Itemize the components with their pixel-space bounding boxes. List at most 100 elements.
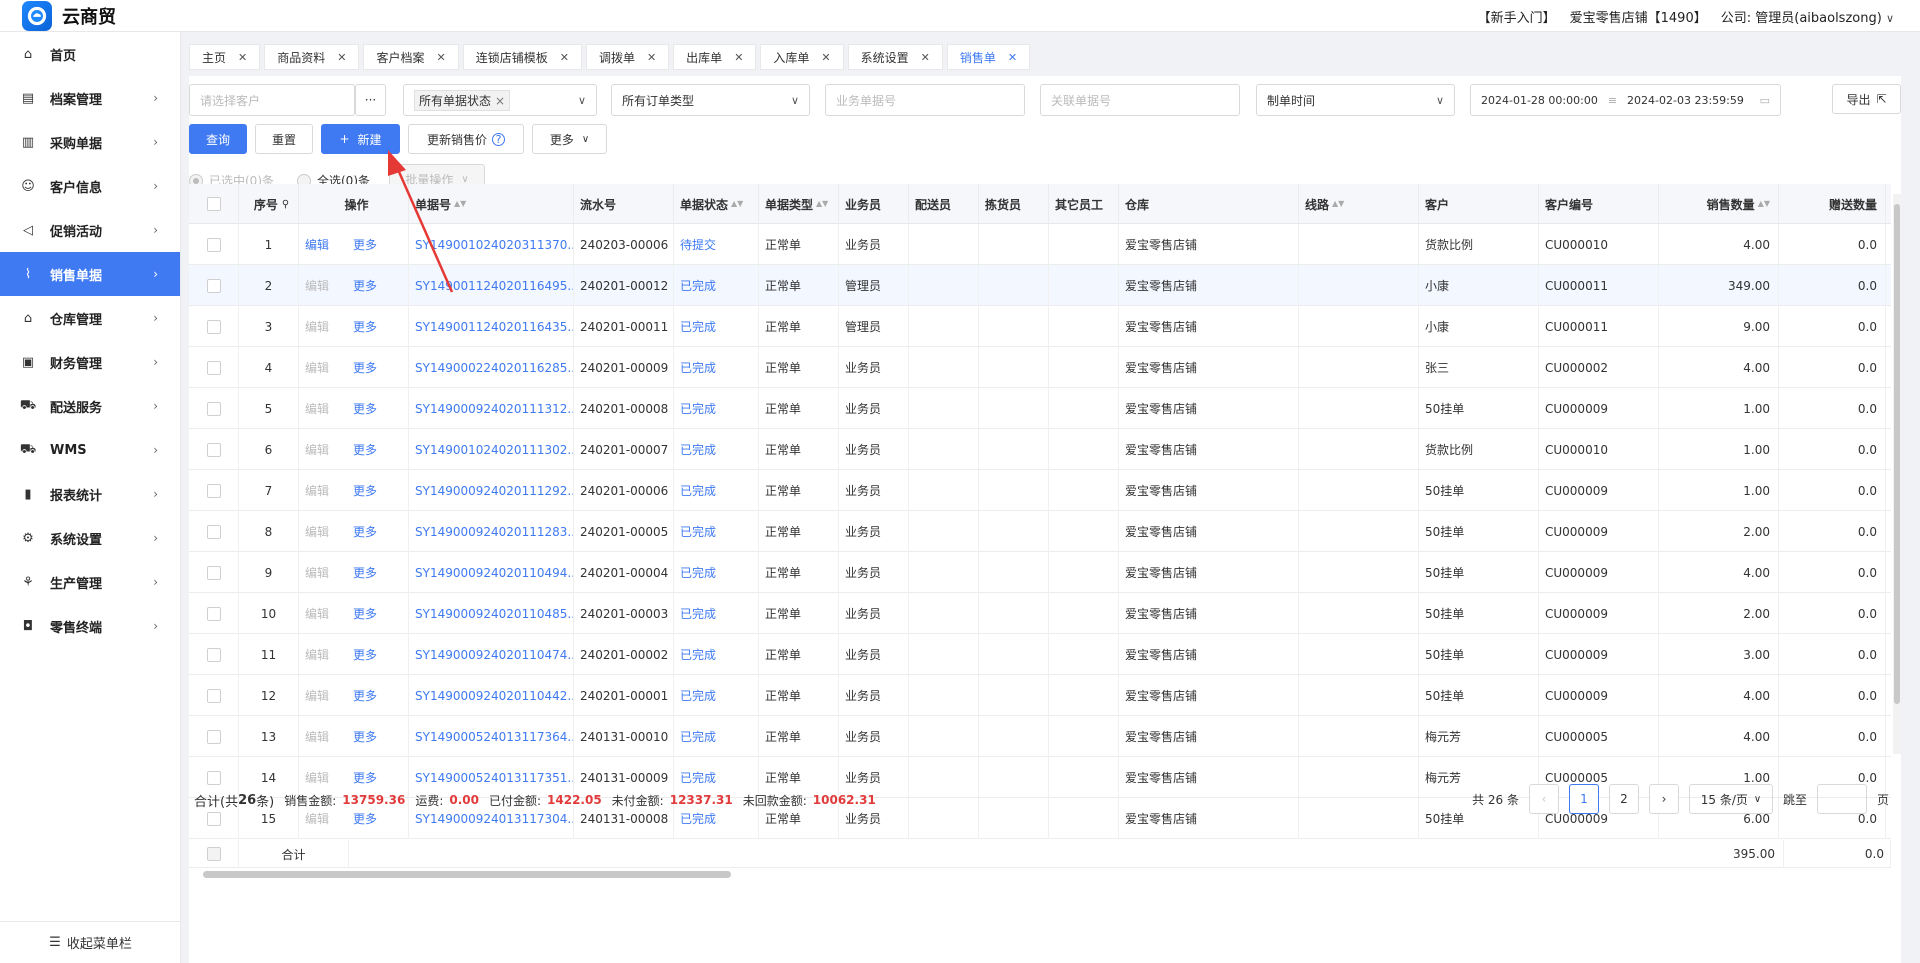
column-header-13[interactable]: 客户编号 [1539,184,1659,224]
doc-no-link[interactable]: SY149000924020111312... [415,402,573,416]
select-all-checkbox[interactable] [206,197,221,211]
edit-link[interactable]: 编辑 [305,523,329,540]
doc-no-link[interactable]: SY149000924020111283... [415,525,573,539]
collapse-menu-button[interactable]: ☰ 收起菜单栏 [0,921,181,963]
customer-select[interactable]: 请选择客户 [189,84,355,116]
close-icon[interactable]: × [495,94,505,108]
doc-no-link[interactable]: SY149000924020111292... [415,484,573,498]
table-row[interactable]: 5 编辑 更多 SY149000924020111312... 240201-00008… [189,388,1891,429]
horizontal-scrollbar[interactable] [189,868,1891,880]
more-button[interactable]: 更多 ∨ [532,124,607,154]
doc-no-link[interactable]: SY149000224020116285... [415,361,573,375]
more-link[interactable]: 更多 [353,441,377,458]
sidebar-item-10[interactable]: ▮ 报表统计 › [0,472,180,516]
row-checkbox[interactable] [206,565,221,580]
status-link[interactable]: 已完成 [680,277,716,294]
doc-no-link[interactable]: SY149000924020110474... [415,648,573,662]
prev-page-button[interactable]: ‹ [1528,784,1559,814]
sidebar-item-12[interactable]: ⚘ 生产管理 › [0,560,180,604]
tab-5[interactable]: 出库单 ✕ [673,44,757,70]
tab-2[interactable]: 客户档案 ✕ [363,44,459,70]
status-link[interactable]: 已完成 [680,482,716,499]
table-row[interactable]: 4 编辑 更多 SY149000224020116285... 240201-00009… [189,347,1891,388]
company-user[interactable]: 公司: 管理员(aibaolszong) ∨ [1721,7,1894,26]
time-field-select[interactable]: 制单时间 ∨ [1256,84,1455,116]
close-icon[interactable]: ✕ [734,51,743,64]
table-row[interactable]: 1 编辑 更多 SY149001024020311370... 240203-00006… [189,224,1891,265]
edit-link[interactable]: 编辑 [305,400,329,417]
row-checkbox[interactable] [206,360,221,375]
next-page-button[interactable]: › [1648,784,1679,814]
sidebar-item-4[interactable]: ◁ 促销活动 › [0,208,180,252]
close-icon[interactable]: ✕ [560,51,569,64]
sort-icon[interactable]: ▲▼ [816,200,828,208]
more-link[interactable]: 更多 [353,400,377,417]
sidebar-item-3[interactable]: ☺ 客户信息 › [0,164,180,208]
edit-link[interactable]: 编辑 [305,482,329,499]
more-link[interactable]: 更多 [353,277,377,294]
edit-link[interactable]: 编辑 [305,359,329,376]
close-icon[interactable]: ✕ [436,51,445,64]
doc-no-link[interactable]: SY149000924020110494... [415,566,573,580]
sidebar-item-1[interactable]: ▤ 档案管理 › [0,76,180,120]
new-button[interactable]: + 新建 [321,124,400,154]
column-header-4[interactable]: 单据状态 ▲▼ [674,184,759,224]
close-icon[interactable]: ✕ [821,51,830,64]
row-checkbox[interactable] [206,442,221,457]
export-button[interactable]: 导出 ⇱ [1832,84,1901,114]
edit-link[interactable]: 编辑 [305,441,329,458]
sort-icon[interactable]: ▲▼ [454,200,466,208]
sidebar-item-9[interactable]: ⛟ WMS › [0,428,180,472]
tab-6[interactable]: 入库单 ✕ [760,44,844,70]
column-header-7[interactable]: 配送员 [909,184,979,224]
column-header-9[interactable]: 其它员工 [1049,184,1119,224]
status-link[interactable]: 已完成 [680,687,716,704]
table-row[interactable]: 3 编辑 更多 SY149001124020116435... 240201-00011… [189,306,1891,347]
status-link[interactable]: 已完成 [680,523,716,540]
column-header-3[interactable]: 流水号 [574,184,674,224]
reset-button[interactable]: 重置 [255,124,313,154]
tab-3[interactable]: 连锁店铺模板 ✕ [462,44,582,70]
status-link[interactable]: 已完成 [680,564,716,581]
help-icon[interactable]: ? [492,132,505,146]
edit-link[interactable]: 编辑 [305,605,329,622]
table-row[interactable]: 11 编辑 更多 SY149000924020110474... 240201-0000… [189,634,1891,675]
vertical-scrollbar[interactable] [1893,194,1901,754]
status-link[interactable]: 已完成 [680,318,716,335]
status-link[interactable]: 已完成 [680,605,716,622]
close-icon[interactable]: ✕ [921,51,930,64]
date-range-picker[interactable]: 2024-01-28 00:00:00 ≡ 2024-02-03 23:59:5… [1470,84,1781,116]
edit-link[interactable]: 编辑 [305,564,329,581]
tab-7[interactable]: 系统设置 ✕ [847,44,943,70]
column-header-15[interactable]: 赠送数量 [1779,184,1886,224]
column-header-6[interactable]: 业务员 [839,184,909,224]
row-checkbox[interactable] [206,319,221,334]
more-link[interactable]: 更多 [353,646,377,663]
row-checkbox[interactable] [206,729,221,744]
edit-link[interactable]: 编辑 [305,687,329,704]
row-checkbox[interactable] [206,278,221,293]
more-link[interactable]: 更多 [353,359,377,376]
sidebar-item-13[interactable]: ◘ 零售终端 › [0,604,180,648]
row-checkbox[interactable] [206,606,221,621]
row-checkbox[interactable] [206,483,221,498]
table-row[interactable]: 8 编辑 更多 SY149000924020111283... 240201-00005… [189,511,1891,552]
sidebar-item-11[interactable]: ⚙ 系统设置 › [0,516,180,560]
close-icon[interactable]: ✕ [1008,51,1017,64]
update-price-button[interactable]: 更新销售价? [408,124,524,154]
sidebar-item-5[interactable]: ⌇ 销售单据 › [0,252,180,296]
related-no-input[interactable]: 关联单据号 [1040,84,1240,116]
edit-link[interactable]: 编辑 [305,236,329,253]
edit-link[interactable]: 编辑 [305,277,329,294]
column-header-0[interactable]: 序号 ⚲ [239,184,299,224]
edit-link[interactable]: 编辑 [305,646,329,663]
status-link[interactable]: 已完成 [680,359,716,376]
table-row[interactable]: 9 编辑 更多 SY149000924020110494... 240201-00004… [189,552,1891,593]
table-row[interactable]: 7 编辑 更多 SY149000924020111292... 240201-00006… [189,470,1891,511]
row-checkbox[interactable] [206,524,221,539]
doc-no-link[interactable]: SY149000524013117364... [415,730,573,744]
sidebar-item-2[interactable]: ▥ 采购单据 › [0,120,180,164]
tab-0[interactable]: 主页 ✕ [189,44,261,70]
close-icon[interactable]: ✕ [238,51,247,64]
status-link[interactable]: 已完成 [680,728,716,745]
